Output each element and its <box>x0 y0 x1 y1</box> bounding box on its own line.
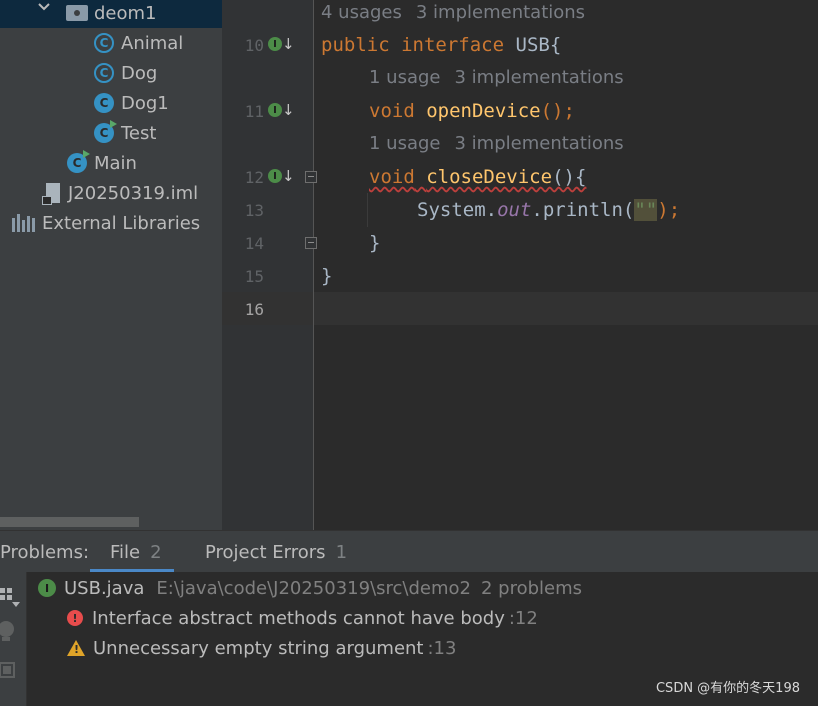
inlay-hint[interactable]: 4 usages 3 implementations <box>321 2 585 23</box>
tree-item-main[interactable]: C Main <box>0 148 222 178</box>
line-number: 11 <box>244 102 264 121</box>
code-line-13[interactable]: System.out.println(""); <box>417 199 680 221</box>
inlay-hint[interactable]: 1 usage 3 implementations <box>369 133 624 154</box>
error-icon: ! <box>67 610 83 626</box>
code-line-12[interactable]: void closeDevice(){ <box>369 166 586 188</box>
class-icon: C <box>94 93 114 113</box>
tree-item-label: Main <box>94 152 137 174</box>
problem-item[interactable]: ! Unnecessary empty string argument :13 <box>67 635 456 661</box>
editor-gutter <box>222 0 314 530</box>
code-line-11[interactable]: void openDevice(); <box>369 100 575 122</box>
arrow-down-icon: ↓ <box>282 167 295 185</box>
libraries-icon <box>12 214 35 232</box>
preview-icon[interactable] <box>0 660 20 680</box>
implemented-gutter-icon[interactable]: I ↓ <box>268 167 295 185</box>
tree-item-label: deom1 <box>94 2 157 24</box>
group-by-icon[interactable] <box>0 586 20 608</box>
line-number: 12 <box>244 168 264 187</box>
current-line-highlight <box>222 292 818 325</box>
fold-marker-icon[interactable] <box>305 237 317 249</box>
indent-guide <box>367 193 368 227</box>
problems-side-toolbar <box>0 572 27 706</box>
runnable-class-icon: C <box>94 120 117 143</box>
tree-item-animal[interactable]: C Animal <box>0 28 222 58</box>
problem-item[interactable]: ! Interface abstract methods cannot have… <box>67 605 538 631</box>
chevron-down-icon[interactable] <box>38 1 50 13</box>
tree-item-external-libraries[interactable]: External Libraries <box>0 208 222 238</box>
tree-item-label: Animal <box>121 32 184 54</box>
line-number: 14 <box>244 234 264 253</box>
gutter-divider <box>313 0 314 530</box>
tree-item-deom1[interactable]: deom1 <box>0 0 222 28</box>
fold-marker-icon[interactable] <box>305 171 317 183</box>
tree-item-label: J20250319.iml <box>68 182 199 204</box>
horizontal-scrollbar[interactable] <box>0 517 139 527</box>
abstract-class-icon: C <box>94 63 114 83</box>
folder-icon <box>66 5 88 21</box>
problem-file-row[interactable]: I USB.java E:\java\code\J20250319\src\de… <box>38 575 582 601</box>
arrow-down-icon: ↓ <box>282 101 295 119</box>
line-number: 13 <box>244 201 264 220</box>
code-line-14[interactable]: } <box>369 232 380 254</box>
tree-item-label: Test <box>121 122 157 144</box>
lightbulb-icon[interactable] <box>0 620 20 644</box>
tree-item-dog1[interactable]: C Dog1 <box>0 88 222 118</box>
tree-item-label: Dog1 <box>121 92 169 114</box>
implemented-gutter-icon[interactable]: I ↓ <box>268 35 295 53</box>
project-tool-window: deom1 C Animal C Dog C Dog1 C Test C Mai… <box>0 0 222 530</box>
code-line-15[interactable]: } <box>321 265 332 287</box>
tree-item-label: Dog <box>121 62 158 84</box>
tree-item-label: External Libraries <box>42 212 201 234</box>
abstract-class-icon: C <box>94 33 114 53</box>
inlay-hint[interactable]: 1 usage 3 implementations <box>369 67 624 88</box>
problems-tab-bar: Problems: File 2 Project Errors 1 <box>0 530 818 573</box>
tree-item-dog[interactable]: C Dog <box>0 58 222 88</box>
runnable-class-icon: C <box>67 150 90 173</box>
module-file-icon <box>42 183 60 205</box>
line-number: 10 <box>244 36 264 55</box>
problems-title: Problems: <box>0 541 90 563</box>
tree-item-iml[interactable]: J20250319.iml <box>0 178 222 208</box>
tree-item-test[interactable]: C Test <box>0 118 222 148</box>
interface-file-icon: I <box>38 579 56 597</box>
code-line-10[interactable]: public interface USB{ <box>321 34 561 56</box>
arrow-down-icon: ↓ <box>282 35 295 53</box>
watermark: CSDN @有你的冬天198 <box>655 681 800 696</box>
line-number: 16 <box>244 300 264 319</box>
implemented-gutter-icon[interactable]: I ↓ <box>268 101 295 119</box>
tab-file[interactable]: File 2 <box>90 531 174 573</box>
tab-project-errors[interactable]: Project Errors 1 <box>205 531 347 573</box>
warning-icon: ! <box>67 640 85 656</box>
line-number: 15 <box>244 267 264 286</box>
